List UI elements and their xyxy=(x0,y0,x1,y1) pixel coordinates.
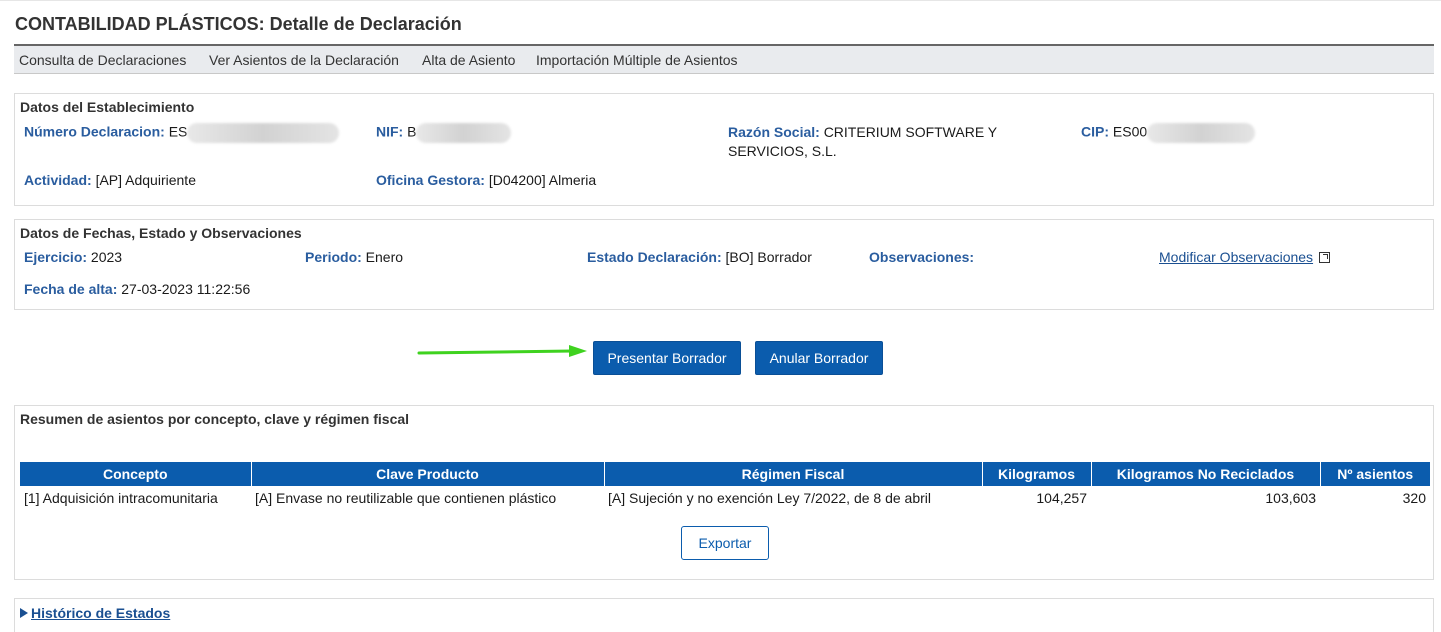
ejercicio-value: 2023 xyxy=(90,249,123,265)
modificar-observaciones-link[interactable]: Modificar Observaciones xyxy=(1159,249,1313,265)
estado-field: Estado Declaración: [BO] Borrador xyxy=(587,249,812,265)
cip-label: CIP: xyxy=(1081,123,1109,140)
periodo-value: Enero xyxy=(365,249,404,265)
cell-concepto: [1] Adquisición intracomunitaria xyxy=(24,490,218,506)
ejercicio-field: Ejercicio: 2023 xyxy=(24,249,122,265)
ejercicio-label: Ejercicio: xyxy=(24,249,88,265)
resumen-table: Concepto Clave Producto Régimen Fiscal K… xyxy=(20,462,1430,510)
header-n-asientos: Nº asientos xyxy=(1320,462,1430,486)
header-concepto: Concepto xyxy=(20,462,252,486)
historico-link[interactable]: Histórico de Estados xyxy=(31,605,170,621)
presentar-borrador-button[interactable]: Presentar Borrador xyxy=(593,341,741,375)
modificar-observaciones: Modificar Observaciones xyxy=(1159,249,1331,265)
fecha-alta-field: Fecha de alta: 27-03-2023 11:22:56 xyxy=(24,281,250,297)
oficina-gestora-value: [D04200] Almeria xyxy=(488,172,597,188)
oficina-gestora-field: Oficina Gestora: [D04200] Almeria xyxy=(376,172,596,188)
establecimiento-panel: Datos del Establecimiento Número Declara… xyxy=(14,93,1434,206)
fechas-panel: Datos de Fechas, Estado y Observaciones … xyxy=(14,219,1434,310)
actividad-label: Actividad: xyxy=(24,172,92,188)
top-border xyxy=(0,0,1441,1)
razon-social-value-line2: SERVICIOS, S.L. xyxy=(728,143,837,159)
oficina-gestora-label: Oficina Gestora: xyxy=(376,172,485,188)
estado-value: [BO] Borrador xyxy=(725,249,812,265)
header-clave-producto: Clave Producto xyxy=(251,462,605,486)
header-kilogramos-no-reciclados: Kilogramos No Reciclados xyxy=(1091,462,1321,486)
resumen-title: Resumen de asientos por concepto, clave … xyxy=(20,411,410,427)
cell-kilogramos-no-reciclados: 103,603 xyxy=(1265,490,1316,506)
actividad-value: [AP] Adquiriente xyxy=(95,172,196,188)
cell-kilogramos: 104,257 xyxy=(1036,490,1087,506)
nav-importacion-multiple[interactable]: Importación Múltiple de Asientos xyxy=(536,52,738,68)
redacted-blur xyxy=(187,123,340,143)
establecimiento-title: Datos del Establecimiento xyxy=(20,99,195,115)
expand-triangle-icon[interactable] xyxy=(20,608,28,618)
anular-borrador-button[interactable]: Anular Borrador xyxy=(755,341,883,375)
observaciones-field: Observaciones: xyxy=(869,249,974,265)
numero-declaracion-label: Número Declaracion: xyxy=(24,123,165,140)
nif-field: NIF: B xyxy=(376,123,512,143)
table-row: [1] Adquisición intracomunitaria [A] Env… xyxy=(20,486,1430,510)
historico-panel: Histórico de Estados xyxy=(14,598,1434,632)
historico-toggle[interactable]: Histórico de Estados xyxy=(20,605,170,621)
cell-n-asientos: 320 xyxy=(1402,490,1426,506)
redacted-blur xyxy=(416,123,512,143)
numero-declaracion-field: Número Declaracion: ES xyxy=(24,123,340,143)
nif-value: B xyxy=(407,123,417,140)
cip-field: CIP: ES00 xyxy=(1081,123,1256,143)
numero-declaracion-value: ES xyxy=(168,123,188,140)
nav-ver-asientos[interactable]: Ver Asientos de la Declaración xyxy=(209,52,399,68)
fecha-alta-value: 27-03-2023 11:22:56 xyxy=(121,281,251,297)
annotation-arrow xyxy=(417,345,587,357)
razon-social-label: Razón Social: xyxy=(728,124,820,140)
periodo-field: Periodo: Enero xyxy=(305,249,403,265)
razon-social-field: Razón Social: CRITERIUM SOFTWARE Y SERVI… xyxy=(728,123,997,161)
estado-label: Estado Declaración: xyxy=(587,249,722,265)
nav-alta-asiento[interactable]: Alta de Asiento xyxy=(422,52,515,68)
actividad-field: Actividad: [AP] Adquiriente xyxy=(24,172,196,188)
razon-social-value-line1: CRITERIUM SOFTWARE Y xyxy=(823,124,998,140)
nif-label: NIF: xyxy=(376,123,404,140)
periodo-label: Periodo: xyxy=(305,249,362,265)
observaciones-label: Observaciones: xyxy=(869,249,975,265)
external-link-icon[interactable] xyxy=(1319,252,1331,263)
redacted-blur xyxy=(1147,123,1256,143)
fechas-title: Datos de Fechas, Estado y Observaciones xyxy=(20,225,302,241)
cip-value: ES00 xyxy=(1112,123,1148,140)
header-kilogramos: Kilogramos xyxy=(982,462,1092,486)
cell-clave-producto: [A] Envase no reutilizable que contienen… xyxy=(255,490,557,506)
cell-regimen-fiscal: [A] Sujeción y no exención Ley 7/2022, d… xyxy=(608,490,931,506)
resumen-panel: Resumen de asientos por concepto, clave … xyxy=(14,405,1434,580)
fecha-alta-label: Fecha de alta: xyxy=(24,281,118,297)
header-regimen-fiscal: Régimen Fiscal xyxy=(604,462,983,486)
nav-consulta-declaraciones[interactable]: Consulta de Declaraciones xyxy=(19,52,186,68)
page-title: CONTABILIDAD PLÁSTICOS: Detalle de Decla… xyxy=(15,14,462,34)
exportar-button[interactable]: Exportar xyxy=(681,526,769,560)
nav-bar: Consulta de Declaraciones Ver Asientos d… xyxy=(14,44,1434,74)
table-header-row: Concepto Clave Producto Régimen Fiscal K… xyxy=(20,462,1430,486)
